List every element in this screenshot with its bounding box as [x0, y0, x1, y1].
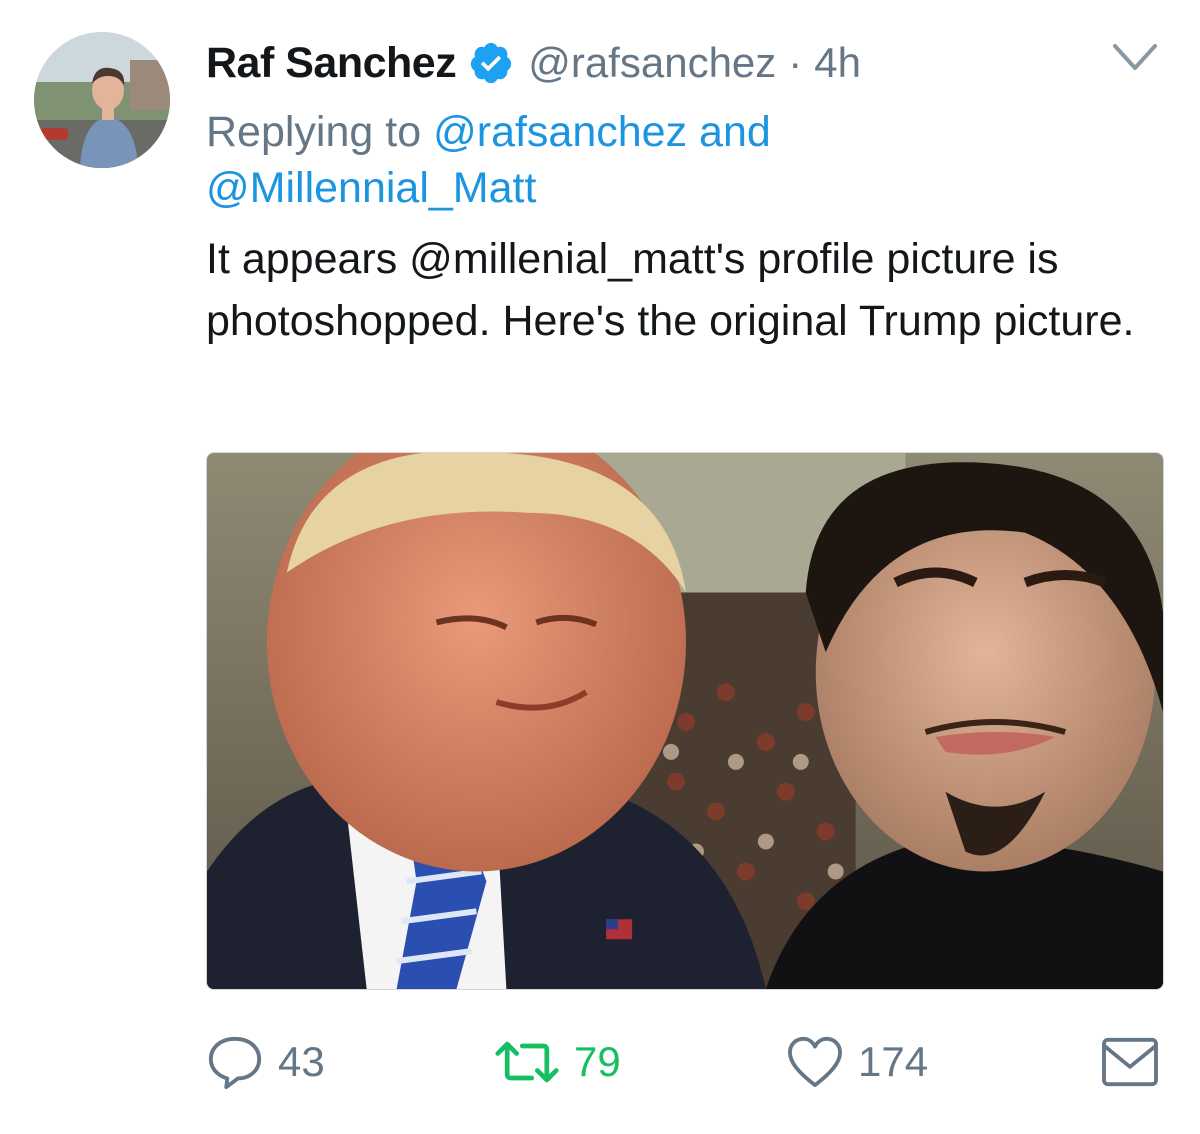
reply-icon	[208, 1036, 262, 1090]
retweet-count: 79	[574, 1038, 621, 1085]
verified-badge-icon	[468, 40, 514, 86]
retweet-button[interactable]: 79	[494, 1030, 621, 1094]
reply-button[interactable]: 43	[206, 1030, 325, 1094]
replying-to-label: Replying to	[206, 108, 422, 156]
tweet-media-photo[interactable]	[206, 452, 1164, 990]
mention-link[interactable]: @Millennial_Matt	[206, 164, 536, 212]
like-count: 174	[858, 1038, 929, 1085]
separator-dot: ·	[788, 39, 803, 86]
tweet-actions: 43 79 174	[0, 1030, 1200, 1094]
selfie-photo	[207, 453, 1163, 989]
mention-conjunction[interactable]: and	[699, 108, 771, 156]
direct-message-button[interactable]	[1100, 1030, 1160, 1094]
heart-icon	[788, 1036, 842, 1088]
mention-link[interactable]: @rafsanchez	[433, 108, 687, 156]
avatar[interactable]	[34, 32, 170, 168]
reply-count: 43	[278, 1038, 325, 1085]
replying-to: Replying to @rafsanchez and @Millennial_…	[206, 104, 1146, 216]
timestamp[interactable]: 4h	[814, 39, 861, 87]
retweet-icon	[495, 1041, 559, 1083]
avatar-photo	[34, 32, 170, 168]
chevron-down-icon[interactable]	[1111, 40, 1159, 74]
tweet: Raf Sanchez @rafsanchez · 4h Replying to…	[0, 0, 1200, 1134]
author-handle[interactable]: @rafsanchez	[528, 39, 776, 87]
tweet-header: Raf Sanchez @rafsanchez · 4h	[206, 36, 861, 90]
envelope-icon	[1102, 1037, 1158, 1087]
author-name[interactable]: Raf Sanchez	[206, 39, 457, 88]
tweet-text: It appears @millenial_matt's profile pic…	[206, 235, 1135, 345]
like-button[interactable]: 174	[786, 1030, 928, 1094]
